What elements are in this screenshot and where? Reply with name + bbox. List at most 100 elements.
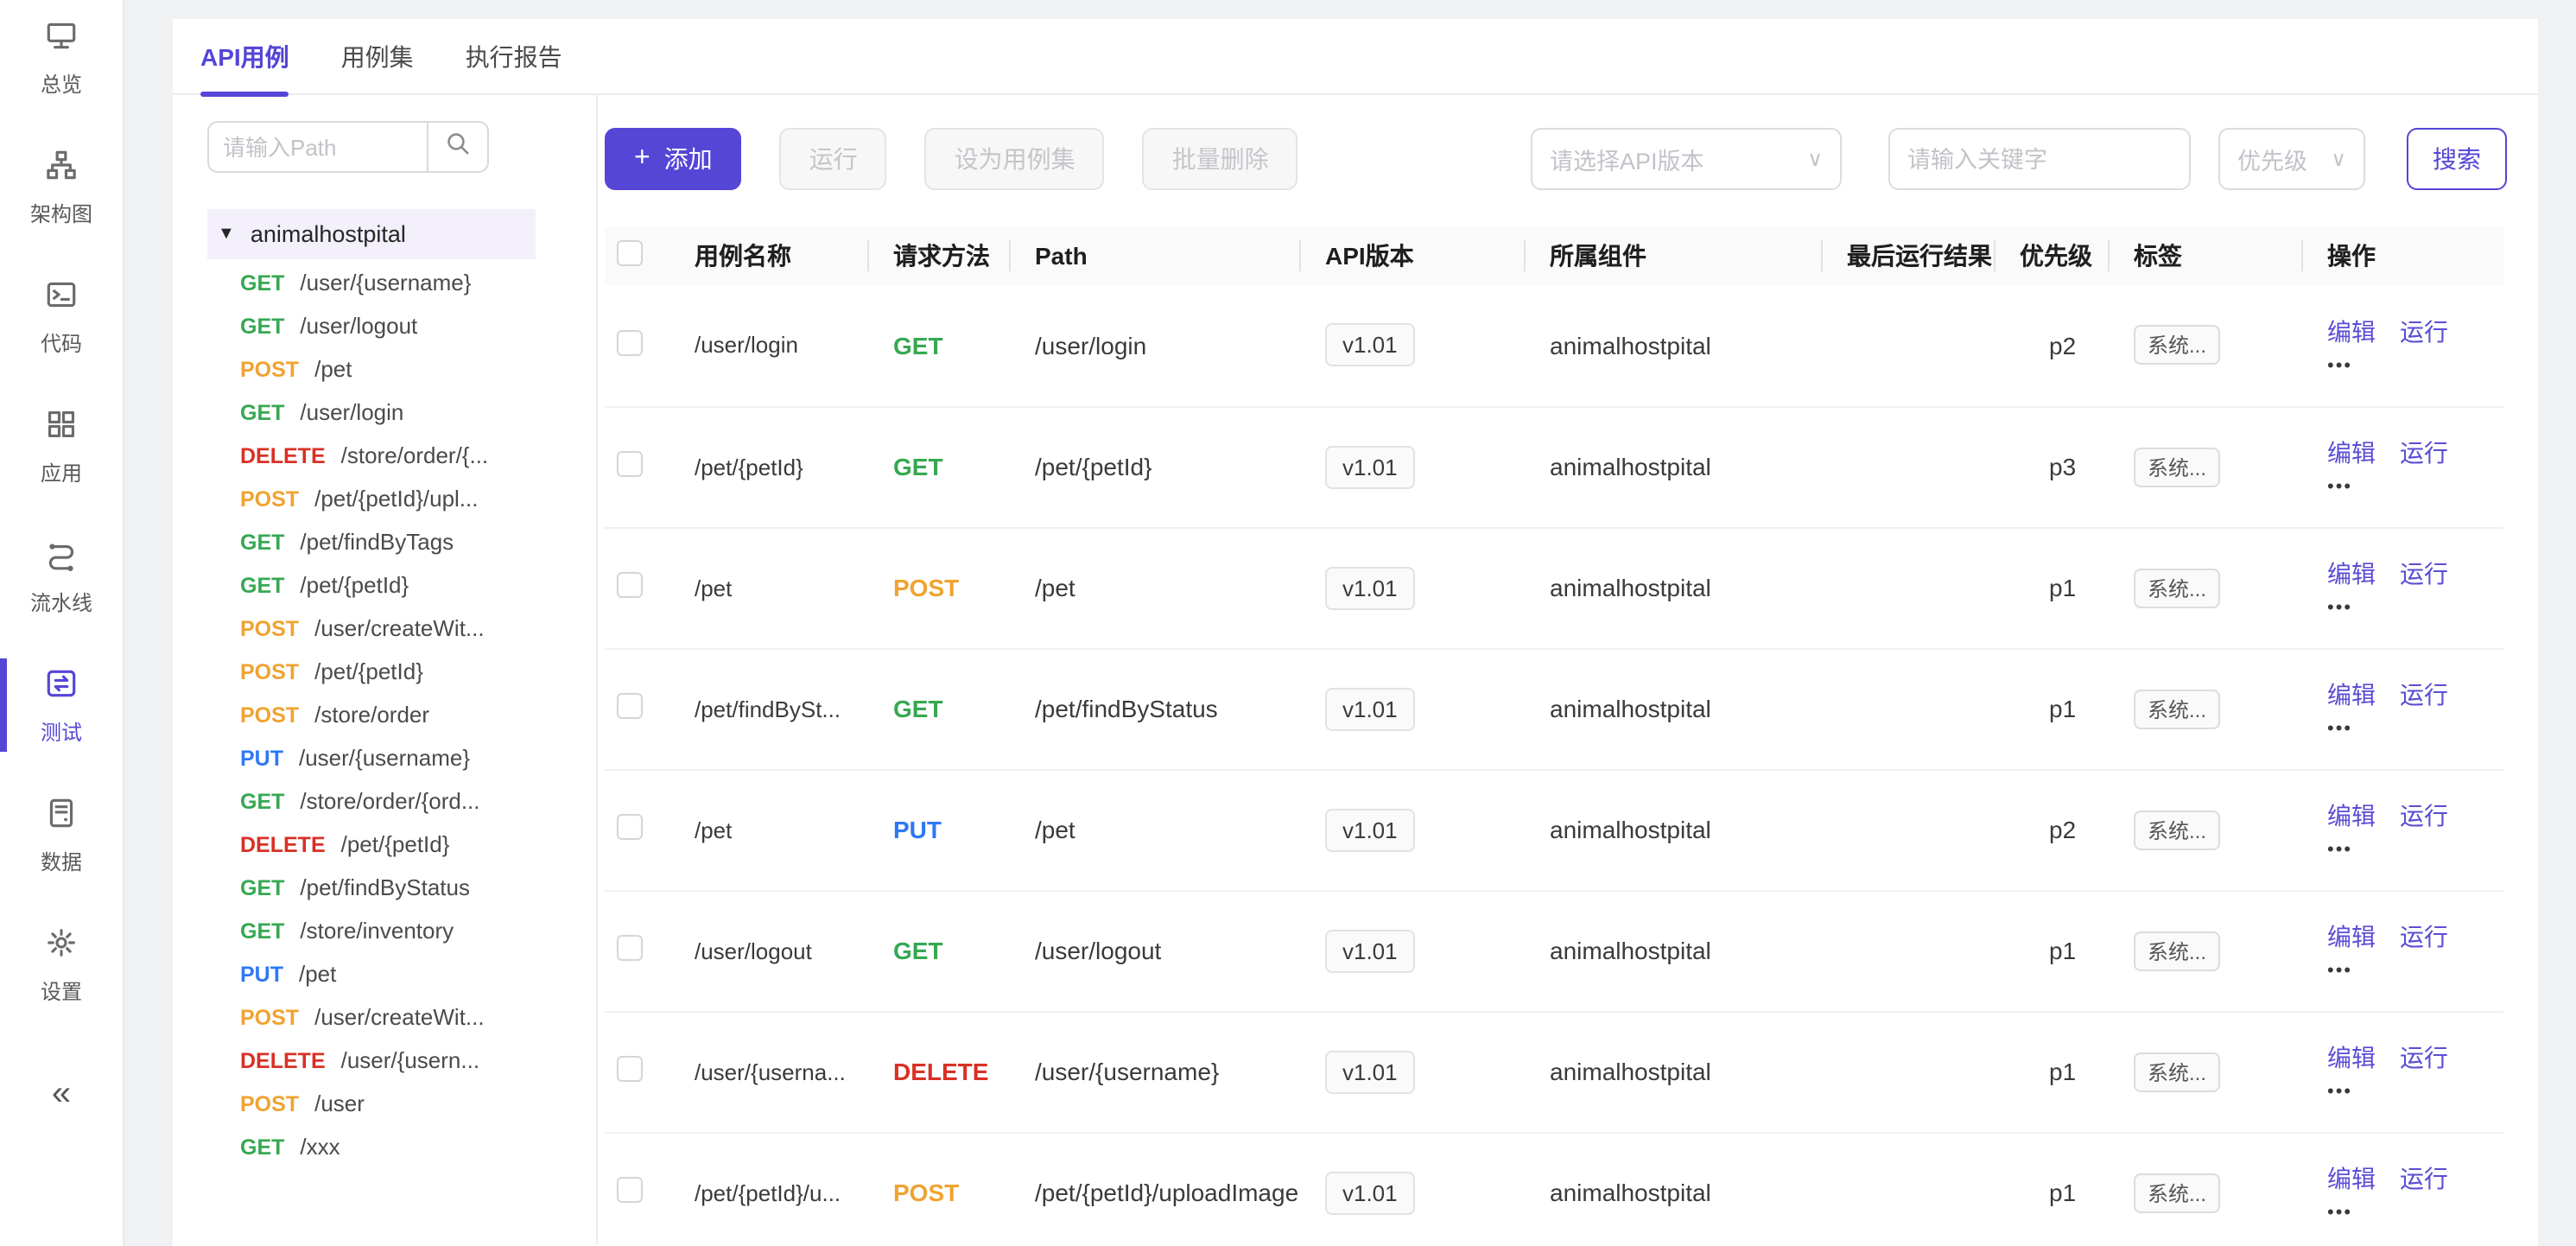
tree-item[interactable]: DELETE /pet/{petId}	[207, 823, 596, 866]
case-name-cell: /user/login	[681, 285, 867, 406]
sidebar-item-数据[interactable]: 数据	[0, 791, 124, 878]
sidebar-item-测试[interactable]: 测试	[0, 662, 124, 748]
tree-item[interactable]: GET /user/login	[207, 391, 596, 434]
last-result-cell	[1821, 285, 1994, 406]
case-name-cell: /pet/{petId}	[681, 406, 867, 527]
edit-link[interactable]: 编辑	[2327, 435, 2376, 470]
sidebar-item-代码[interactable]: 代码	[0, 273, 124, 359]
more-actions-button[interactable]: •••	[2327, 961, 2503, 982]
row-checkbox[interactable]	[617, 935, 643, 961]
tree-item[interactable]: GET /store/inventory	[207, 909, 596, 952]
path-label: /store/order/{...	[341, 442, 489, 468]
tree-item[interactable]: GET /store/order/{ord...	[207, 779, 596, 823]
path-search	[207, 121, 489, 173]
set-as-suite-button[interactable]: 设为用例集	[925, 128, 1105, 190]
sidebar-item-label: 流水线	[30, 587, 92, 616]
edit-link[interactable]: 编辑	[2327, 919, 2376, 954]
table-row: /pet POST /pet v1.01 animalhostpital p1 …	[605, 527, 2503, 648]
edit-link[interactable]: 编辑	[2327, 798, 2376, 833]
plus-icon: +	[634, 143, 650, 175]
gear-icon	[43, 924, 79, 969]
row-checkbox[interactable]	[617, 1056, 643, 1082]
priority-placeholder: 优先级	[2237, 142, 2320, 176]
tree-root-node[interactable]: ▼ animalhostpital	[207, 209, 536, 259]
path-label: /pet	[314, 356, 352, 382]
add-button[interactable]: + 添加	[605, 128, 742, 190]
tree-item[interactable]: DELETE /user/{usern...	[207, 1039, 596, 1082]
run-link[interactable]: 运行	[2400, 919, 2448, 954]
tree-item[interactable]: POST /user/createWit...	[207, 995, 596, 1039]
search-button[interactable]: 搜索	[2407, 128, 2507, 190]
component-cell: animalhostpital	[1524, 1132, 1821, 1246]
edit-link[interactable]: 编辑	[2327, 556, 2376, 591]
run-link[interactable]: 运行	[2400, 798, 2448, 833]
tree-item[interactable]: PUT /pet	[207, 952, 596, 995]
batch-delete-button[interactable]: 批量删除	[1143, 128, 1298, 190]
row-checkbox[interactable]	[617, 1177, 643, 1203]
path-label: /pet/{petId}/upl...	[314, 486, 478, 512]
sidebar-item-架构图[interactable]: 架构图	[0, 143, 124, 230]
tab-API用例[interactable]: API用例	[200, 18, 289, 94]
tab-执行报告[interactable]: 执行报告	[466, 18, 562, 94]
tree-item[interactable]: GET /xxx	[207, 1125, 596, 1168]
path-search-button[interactable]	[427, 121, 489, 173]
run-link[interactable]: 运行	[2400, 1161, 2448, 1196]
run-link[interactable]: 运行	[2400, 1040, 2448, 1075]
tree-item[interactable]: GET /pet/findByTags	[207, 520, 596, 563]
sidebar-item-总览[interactable]: 总览	[0, 14, 124, 100]
tree-item[interactable]: POST /user	[207, 1082, 596, 1125]
edit-link[interactable]: 编辑	[2327, 315, 2376, 349]
case-name-cell: /user/{userna...	[681, 1011, 867, 1132]
row-checkbox[interactable]	[617, 451, 643, 477]
tree-item[interactable]: POST /store/order	[207, 693, 596, 736]
tree-item[interactable]: PUT /user/{username}	[207, 736, 596, 779]
path-search-input[interactable]	[207, 121, 427, 173]
tree-item[interactable]: POST /pet/{petId}	[207, 650, 596, 693]
api-version-select[interactable]: 请选择API版本 ∨	[1531, 128, 1842, 190]
sidebar-collapse-button[interactable]: «	[0, 1051, 124, 1137]
tree-item[interactable]: GET /pet/{petId}	[207, 563, 596, 607]
more-actions-button[interactable]: •••	[2327, 719, 2503, 740]
run-button[interactable]: 运行	[780, 128, 887, 190]
tab-用例集[interactable]: 用例集	[341, 18, 414, 94]
priority-select[interactable]: 优先级 ∨	[2218, 128, 2365, 190]
tree-item[interactable]: GET /user/{username}	[207, 261, 596, 304]
row-checkbox[interactable]	[617, 572, 643, 598]
caret-down-icon[interactable]: ▼	[218, 225, 235, 244]
run-link[interactable]: 运行	[2400, 677, 2448, 712]
priority-cell: p1	[1994, 1011, 2108, 1132]
row-checkbox[interactable]	[617, 814, 643, 840]
select-all-checkbox[interactable]	[617, 240, 643, 266]
actions-cell: 编辑运行 •••	[2301, 1011, 2503, 1132]
edit-link[interactable]: 编辑	[2327, 1040, 2376, 1075]
more-actions-button[interactable]: •••	[2327, 1082, 2503, 1103]
more-actions-button[interactable]: •••	[2327, 1203, 2503, 1224]
more-actions-button[interactable]: •••	[2327, 477, 2503, 498]
tree-item[interactable]: POST /pet	[207, 347, 596, 391]
tree-item[interactable]: GET /pet/findByStatus	[207, 866, 596, 909]
row-checkbox[interactable]	[617, 693, 643, 719]
tree-item[interactable]: GET /user/logout	[207, 304, 596, 347]
sidebar-item-流水线[interactable]: 流水线	[0, 532, 124, 619]
path-cell: /pet	[1009, 769, 1299, 890]
more-actions-button[interactable]: •••	[2327, 840, 2503, 861]
tree-item[interactable]: DELETE /store/order/{...	[207, 434, 596, 477]
last-result-cell	[1821, 1011, 1994, 1132]
run-link[interactable]: 运行	[2400, 556, 2448, 591]
sidebar-item-应用[interactable]: 应用	[0, 403, 124, 489]
run-link[interactable]: 运行	[2400, 315, 2448, 349]
sidebar-item-设置[interactable]: 设置	[0, 921, 124, 1008]
edit-link[interactable]: 编辑	[2327, 677, 2376, 712]
row-checkbox[interactable]	[617, 330, 643, 356]
toolbar: + 添加 运行 设为用例集 批量删除 请选择API版本 ∨	[605, 128, 2507, 190]
more-actions-button[interactable]: •••	[2327, 356, 2503, 377]
pipeline-icon	[43, 535, 79, 580]
add-button-label: 添加	[664, 142, 713, 176]
edit-link[interactable]: 编辑	[2327, 1161, 2376, 1196]
tree-item[interactable]: POST /pet/{petId}/upl...	[207, 477, 596, 520]
keyword-input[interactable]	[1888, 128, 2191, 190]
tree-item[interactable]: POST /user/createWit...	[207, 607, 596, 650]
more-actions-button[interactable]: •••	[2327, 598, 2503, 619]
run-link[interactable]: 运行	[2400, 435, 2448, 470]
row-select-cell	[605, 1132, 681, 1246]
